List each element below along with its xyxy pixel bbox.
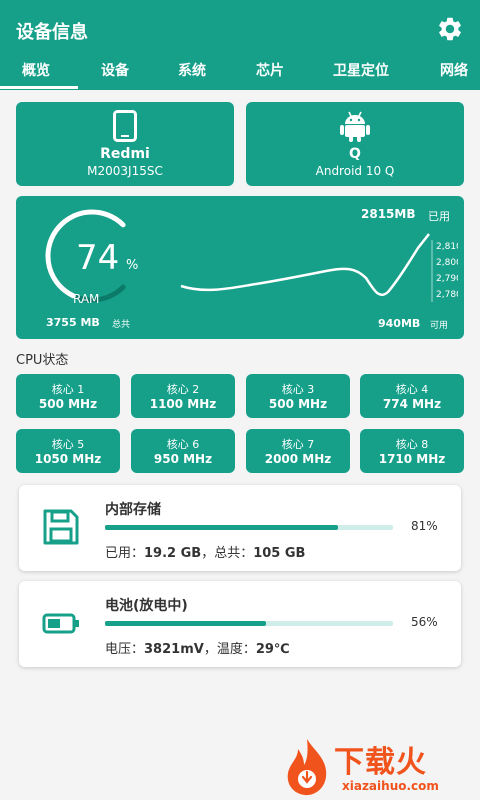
ram-chart-y-tick: 2,780	[436, 290, 458, 300]
battery-icon	[42, 613, 79, 634]
tab-indicator	[0, 86, 78, 89]
cpu-core-name: 核心 6	[166, 438, 200, 451]
cpu-core-name: 核心 5	[51, 438, 85, 451]
storage-percent: 81%	[411, 519, 438, 533]
android-letter: Q	[349, 146, 361, 162]
tab-chip[interactable]: 芯片	[256, 60, 284, 80]
ram-total: 3755 MB	[46, 316, 100, 329]
phone-icon	[113, 110, 137, 142]
battery-progress-fill	[105, 621, 267, 626]
app-bar: 设备信息 概览 设备 系统 芯片 卫星定位 网络	[0, 0, 480, 90]
ram-used-label: 已用	[428, 210, 450, 223]
cpu-core-card[interactable]: 核心 1 500 MHz	[16, 374, 120, 418]
cpu-core-freq: 774 MHz	[382, 397, 442, 411]
ram-free-label: 可用	[430, 321, 449, 331]
cpu-core-card[interactable]: 核心 8 1710 MHz	[360, 429, 464, 473]
cpu-core-freq: 500 MHz	[38, 397, 98, 411]
cpu-section-title: CPU状态	[16, 353, 69, 368]
storage-total-label: ，总共：	[201, 546, 254, 561]
android-version: Android 10 Q	[315, 164, 395, 178]
storage-title: 内部存储	[105, 502, 161, 518]
floppy-disk-icon	[43, 509, 79, 545]
battery-percent: 56%	[411, 615, 438, 629]
tab-gnss[interactable]: 卫星定位	[333, 60, 389, 80]
app-title: 设备信息	[16, 22, 88, 43]
ram-percent-sign: %	[126, 258, 139, 273]
device-card[interactable]: Redmi M2003J15SC	[16, 102, 234, 186]
tab-device[interactable]: 设备	[101, 60, 129, 80]
gear-icon[interactable]	[436, 15, 464, 43]
storage-progress-fill	[105, 525, 339, 530]
cpu-core-card[interactable]: 核心 7 2000 MHz	[246, 429, 350, 473]
battery-voltage: 3821mV	[144, 642, 204, 657]
battery-card[interactable]: 电池(放电中) 56% 电压：3821mV，温度：29℃	[19, 581, 461, 667]
ram-chart-y-tick: 2,800	[436, 258, 458, 268]
cpu-core-name: 核心 2	[166, 383, 200, 396]
cpu-core-freq: 1050 MHz	[34, 452, 102, 466]
ram-chart-y-tick: 2,810	[436, 242, 458, 252]
ram-usage-chart: 2,810 2,800 2,790 2,780	[180, 233, 458, 302]
battery-temp: 29℃	[255, 642, 290, 657]
cpu-core-name: 核心 4	[395, 383, 429, 396]
watermark-url: xiazaihuo.com	[342, 779, 439, 793]
ram-label: RAM	[73, 292, 100, 306]
device-model: M2003J15SC	[87, 164, 163, 178]
tab-overview[interactable]: 概览	[22, 60, 50, 80]
ram-used: 2815MB	[361, 207, 416, 221]
flame-logo-icon	[287, 739, 327, 796]
ram-usage-line	[180, 233, 430, 297]
cpu-core-name: 核心 3	[281, 383, 315, 396]
storage-progress-bar	[105, 525, 393, 530]
cpu-core-card[interactable]: 核心 3 500 MHz	[246, 374, 350, 418]
watermark-text: 下载火	[334, 745, 427, 780]
battery-temp-label: ，温度：	[203, 642, 256, 657]
storage-card[interactable]: 内部存储 81% 已用：19.2 GB，总共：105 GB	[19, 485, 461, 571]
cpu-core-card[interactable]: 核心 2 1100 MHz	[131, 374, 235, 418]
cpu-core-card[interactable]: 核心 4 774 MHz	[360, 374, 464, 418]
tab-network[interactable]: 网络	[440, 60, 468, 80]
android-card[interactable]: Q Android 10 Q	[246, 102, 464, 186]
ram-total-label: 总共	[112, 320, 131, 330]
storage-detail: 已用：19.2 GB，总共：105 GB	[105, 542, 305, 561]
ram-free: 940MB	[378, 317, 421, 330]
battery-progress-bar	[105, 621, 393, 626]
device-brand: Redmi	[100, 146, 150, 162]
cpu-core-name: 核心 1	[51, 383, 85, 396]
cpu-core-freq: 1100 MHz	[149, 397, 217, 411]
watermark: 下载火 xiazaihuo.com	[282, 737, 478, 799]
cpu-core-freq: 950 MHz	[153, 452, 213, 466]
cpu-core-name: 核心 8	[395, 438, 429, 451]
tab-system[interactable]: 系统	[178, 60, 206, 80]
storage-used: 19.2 GB	[144, 546, 202, 561]
cpu-core-freq: 1710 MHz	[378, 452, 446, 466]
ram-chart-y-tick: 2,790	[436, 274, 458, 284]
cpu-core-card[interactable]: 核心 6 950 MHz	[131, 429, 235, 473]
ram-percent: 74	[76, 238, 120, 278]
cpu-core-freq: 2000 MHz	[264, 452, 332, 466]
battery-detail: 电压：3821mV，温度：29℃	[105, 638, 290, 657]
cpu-core-name: 核心 7	[281, 438, 315, 451]
ram-card[interactable]: 74 % RAM 3755 MB 总共 2815MB 已用 940MB 可用 2…	[16, 196, 464, 339]
tab-bar: 概览 设备 系统 芯片 卫星定位 网络	[0, 56, 480, 90]
storage-total: 105 GB	[253, 546, 306, 561]
battery-voltage-label: 电压：	[105, 642, 145, 657]
cpu-core-card[interactable]: 核心 5 1050 MHz	[16, 429, 120, 473]
android-icon	[340, 111, 370, 142]
storage-used-label: 已用：	[105, 546, 145, 561]
battery-title: 电池(放电中)	[105, 598, 188, 614]
cpu-core-freq: 500 MHz	[268, 397, 328, 411]
